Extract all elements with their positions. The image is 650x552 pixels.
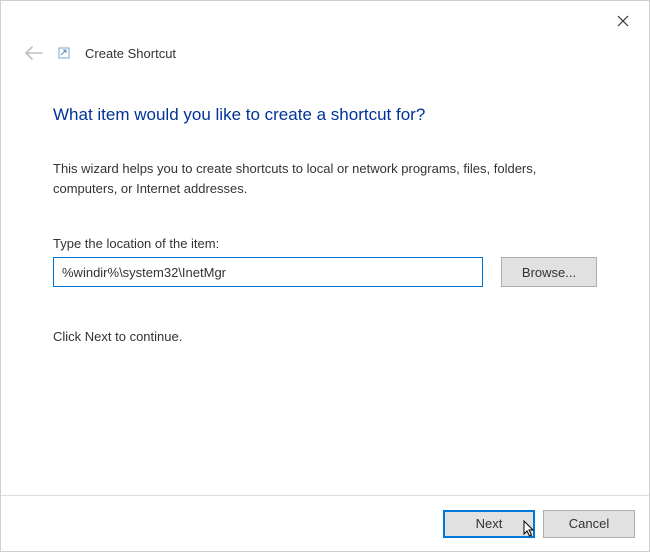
- back-arrow-icon[interactable]: [25, 46, 43, 60]
- close-button[interactable]: [611, 9, 635, 33]
- location-input[interactable]: [53, 257, 483, 287]
- header-title: Create Shortcut: [85, 46, 176, 61]
- footer: Next Cancel: [1, 495, 649, 551]
- next-button[interactable]: Next: [443, 510, 535, 538]
- wizard-window: Create Shortcut What item would you like…: [0, 0, 650, 552]
- page-heading: What item would you like to create a sho…: [53, 105, 597, 125]
- header-row: Create Shortcut: [1, 39, 649, 67]
- cancel-button[interactable]: Cancel: [543, 510, 635, 538]
- content-area: What item would you like to create a sho…: [1, 67, 649, 344]
- location-label: Type the location of the item:: [53, 236, 597, 251]
- wizard-description: This wizard helps you to create shortcut…: [53, 159, 597, 198]
- close-icon: [617, 15, 629, 27]
- titlebar: [1, 1, 649, 39]
- shortcut-icon: [57, 46, 71, 60]
- browse-button[interactable]: Browse...: [501, 257, 597, 287]
- input-row: Browse...: [53, 257, 597, 287]
- continue-text: Click Next to continue.: [53, 329, 597, 344]
